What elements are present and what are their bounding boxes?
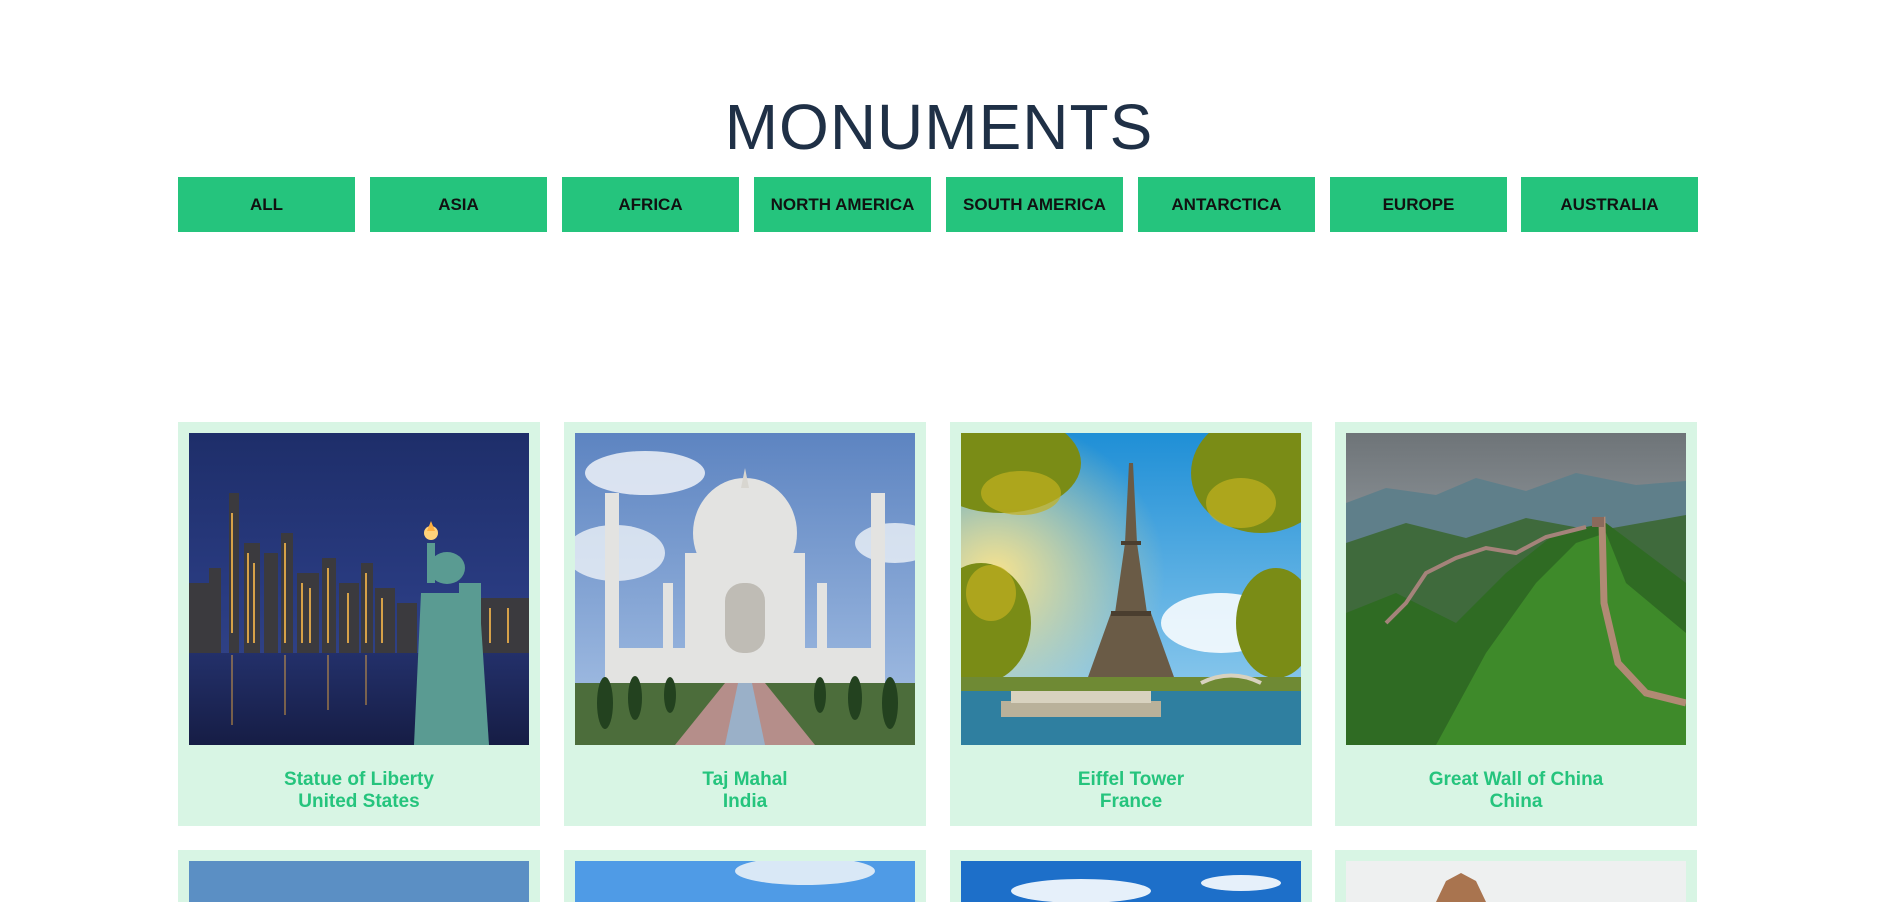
monument-country: China — [1489, 791, 1543, 812]
filter-australia-button[interactable]: AUSTRALIA — [1521, 177, 1698, 232]
great-wall-photo — [1346, 433, 1686, 745]
monument-photo — [1346, 861, 1686, 902]
monument-card-eiffel-tower[interactable]: Eiffel Tower France — [950, 422, 1312, 826]
filter-asia-button[interactable]: ASIA — [370, 177, 547, 232]
eiffel-tower-photo — [961, 433, 1301, 745]
monument-photo — [189, 861, 529, 902]
monument-name: Eiffel Tower — [1077, 769, 1185, 790]
region-filter-bar: ALL ASIA AFRICA NORTH AMERICA SOUTH AMER… — [178, 177, 1698, 232]
monument-card-partial[interactable] — [1335, 850, 1697, 902]
monument-card-partial[interactable] — [564, 850, 926, 902]
monument-photo — [575, 861, 915, 902]
monument-country: France — [1099, 791, 1163, 812]
taj-mahal-photo — [575, 433, 915, 745]
monument-card-great-wall-of-china[interactable]: Great Wall of China China — [1335, 422, 1697, 826]
monument-name: Statue of Liberty — [284, 769, 434, 790]
monument-caption: Great Wall of China China — [1335, 769, 1697, 813]
monument-card-partial[interactable] — [950, 850, 1312, 902]
monument-card-statue-of-liberty[interactable]: Statue of Liberty United States — [178, 422, 540, 826]
page-title: MONUMENTS — [724, 90, 1154, 163]
monument-caption: Eiffel Tower France — [950, 769, 1312, 813]
filter-north-america-button[interactable]: NORTH AMERICA — [754, 177, 931, 232]
monument-photo — [961, 861, 1301, 902]
statue-of-liberty-photo — [189, 433, 529, 745]
filter-antarctica-button[interactable]: ANTARCTICA — [1138, 177, 1315, 232]
monument-name: Taj Mahal — [702, 769, 788, 790]
monument-name: Great Wall of China — [1428, 769, 1604, 790]
filter-south-america-button[interactable]: SOUTH AMERICA — [946, 177, 1123, 232]
filter-europe-button[interactable]: EUROPE — [1330, 177, 1507, 232]
filter-africa-button[interactable]: AFRICA — [562, 177, 739, 232]
monument-card-taj-mahal[interactable]: Taj Mahal India — [564, 422, 926, 826]
filter-all-button[interactable]: ALL — [178, 177, 355, 232]
monument-country: United States — [298, 791, 420, 812]
monument-caption: Taj Mahal India — [564, 769, 926, 813]
monument-card-partial[interactable] — [178, 850, 540, 902]
monument-country: India — [722, 791, 768, 812]
monument-caption: Statue of Liberty United States — [178, 769, 540, 813]
